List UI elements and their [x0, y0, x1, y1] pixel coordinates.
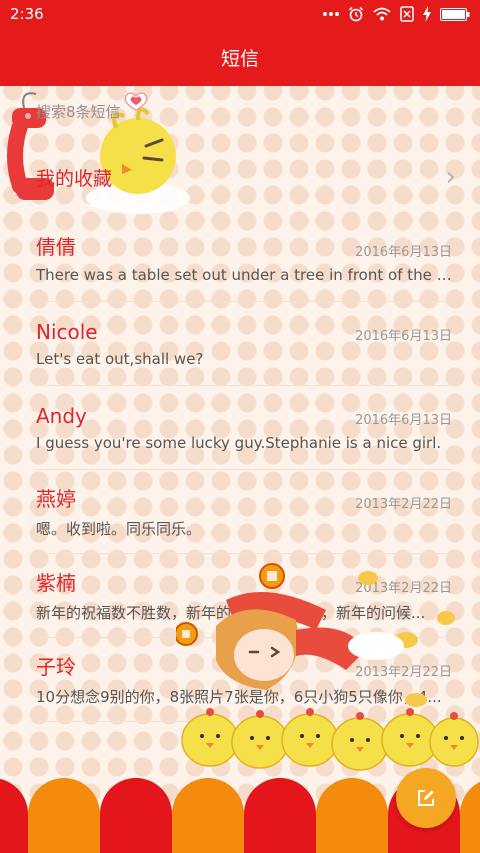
thread-date: 2016年6月13日: [355, 413, 452, 428]
chevron-right-icon: ›: [445, 162, 456, 192]
thread-date: 2013年2月22日: [355, 581, 452, 596]
title-bar: 短信: [0, 28, 480, 86]
alarm-icon: [348, 6, 364, 22]
thread-name: 紫楠: [36, 571, 76, 595]
message-thread[interactable]: Andy 2016年6月13日 I guess you're some luck…: [0, 386, 480, 470]
message-thread[interactable]: 子玲 2013年2月22日 10分想念9别的你，8张照片7张是你，6只小狗5只像…: [0, 638, 480, 722]
no-sim-icon: [400, 6, 414, 22]
thread-snippet: 10分想念9别的你，8张照片7张是你，6只小狗5只像你，4...: [36, 688, 442, 706]
compose-icon: [418, 790, 434, 806]
message-thread[interactable]: 紫楠 2013年2月22日 新年的祝福数不胜数，新年的愿望好多好多，新年的问候.…: [0, 554, 480, 638]
page-title: 短信: [220, 47, 259, 70]
thread-name: 倩倩: [36, 235, 76, 259]
search-placeholder: 搜索8条短信: [36, 102, 121, 121]
more-dots-icon: [323, 12, 339, 16]
thread-snippet: There was a table set out under a tree i…: [36, 266, 452, 284]
thread-name: Nicole: [36, 320, 98, 344]
thread-name: 子玲: [36, 655, 76, 679]
thread-snippet: Let's eat out,shall we?: [36, 350, 204, 368]
message-thread[interactable]: 倩倩 2016年6月13日 There was a table set out …: [0, 218, 480, 302]
status-time: 2:36: [10, 5, 44, 23]
favorites-row[interactable]: 我的收藏 ›: [0, 136, 480, 218]
status-bar: 2:36: [0, 0, 480, 28]
search-field[interactable]: 搜索8条短信: [28, 94, 452, 128]
thread-name: 燕婷: [36, 487, 76, 511]
thread-date: 2016年6月13日: [355, 245, 452, 260]
battery-icon: [440, 7, 470, 21]
thread-snippet: I guess you're some lucky guy.Stephanie …: [36, 434, 442, 452]
charging-icon: [423, 6, 431, 22]
thread-name: Andy: [36, 404, 87, 428]
message-thread[interactable]: Nicole 2016年6月13日 Let's eat out,shall we…: [0, 302, 480, 386]
thread-snippet: 新年的祝福数不胜数，新年的愿望好多好多，新年的问候...: [36, 604, 426, 622]
compose-button[interactable]: [396, 768, 456, 828]
thread-snippet: 嗯。收到啦。同乐同乐。: [36, 520, 202, 538]
favorites-label: 我的收藏: [36, 167, 113, 190]
thread-date: 2013年2月22日: [355, 665, 452, 680]
thread-date: 2016年6月13日: [355, 329, 452, 344]
wifi-icon: [373, 7, 391, 21]
status-icons: [323, 6, 470, 22]
thread-date: 2013年2月22日: [355, 497, 452, 512]
message-thread[interactable]: 燕婷 2013年2月22日 嗯。收到啦。同乐同乐。: [0, 470, 480, 554]
